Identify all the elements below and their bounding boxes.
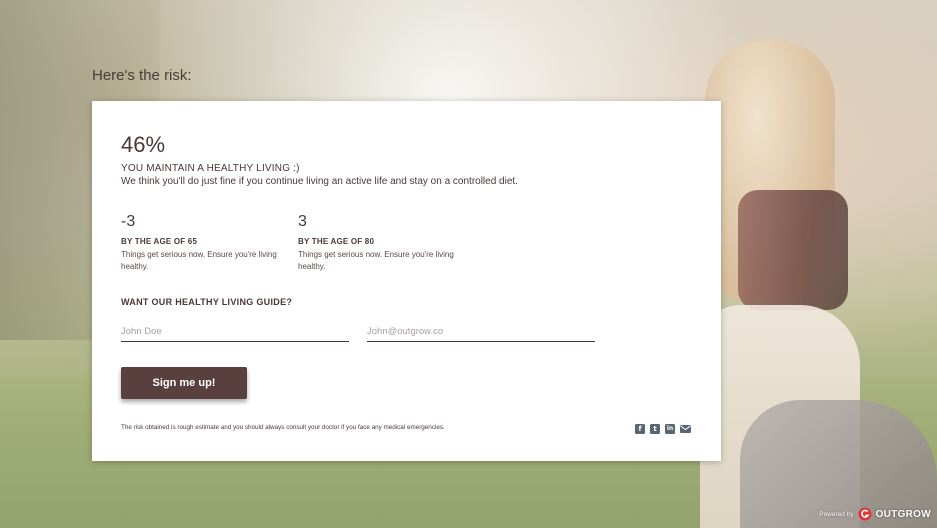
result-status-description: We think you'll do just fine if you cont…	[121, 176, 518, 187]
twitter-icon[interactable]: t	[650, 424, 660, 434]
mail-icon[interactable]	[680, 424, 691, 434]
stat-description: Things get serious now. Ensure you're li…	[298, 250, 454, 271]
facebook-icon[interactable]: f	[635, 424, 645, 434]
background-person-hair	[705, 40, 835, 300]
share-icons: f t in	[635, 424, 691, 434]
stat-value: -3	[121, 213, 136, 230]
lead-form-title: WANT OUR HEALTHY LIVING GUIDE?	[121, 297, 293, 307]
risk-percentage: 46%	[121, 132, 166, 157]
powered-by-label: Powered by	[819, 510, 854, 518]
result-status-title: YOU MAINTAIN A HEALTHY LIVING :)	[121, 163, 300, 174]
stat-label: BY THE AGE OF 80	[298, 237, 375, 246]
disclaimer-text: The risk obtained is rough estimate and …	[121, 424, 445, 431]
outgrow-brand-text: OUTGROW	[875, 508, 931, 520]
linkedin-icon[interactable]: in	[665, 424, 675, 434]
stat-age-65: -3 BY THE AGE OF 65 Things get serious n…	[121, 214, 291, 273]
sign-up-button[interactable]: Sign me up!	[121, 367, 247, 399]
name-input[interactable]	[121, 321, 349, 342]
outgrow-logo-icon	[858, 507, 872, 521]
stat-age-80: 3 BY THE AGE OF 80 Things get serious no…	[298, 214, 468, 273]
result-card: 46% YOU MAINTAIN A HEALTHY LIVING :) We …	[92, 101, 721, 461]
page-heading: Here's the risk:	[92, 67, 192, 84]
email-input[interactable]	[367, 321, 595, 342]
background-person-skirt	[700, 305, 860, 528]
background-person-shirt	[738, 190, 848, 310]
stat-label: BY THE AGE OF 65	[121, 237, 198, 246]
stat-description: Things get serious now. Ensure you're li…	[121, 250, 277, 271]
stat-value: 3	[298, 213, 307, 230]
powered-by-outgrow[interactable]: Powered by OUTGROW	[819, 507, 931, 521]
